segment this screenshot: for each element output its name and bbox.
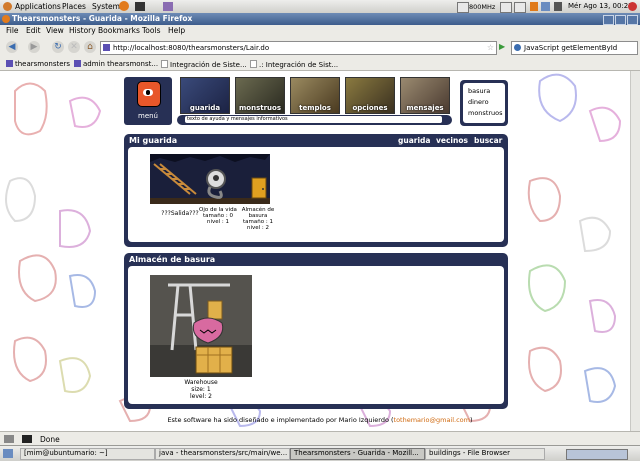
lair-panel-body: ???Salida??? Ojo de la vida tamaño : 0 n…: [128, 147, 504, 242]
help-text-box: texto de ayuda y mensajes informativos: [185, 116, 442, 123]
page-icon: [161, 60, 168, 68]
menu-file[interactable]: File: [6, 26, 19, 35]
close-button[interactable]: [627, 15, 638, 25]
help-bar: texto de ayuda y mensajes informativos: [177, 115, 452, 125]
bookmark-item[interactable]: admin thearsmonst...: [74, 60, 158, 68]
show-desktop-icon[interactable]: [3, 449, 13, 458]
applications-menu[interactable]: Applications: [15, 2, 61, 11]
lair-link-guarida[interactable]: guarida: [398, 136, 430, 145]
workspace-2-icon[interactable]: [514, 2, 526, 13]
web-content: menú guarida monstruos templos opciones …: [0, 71, 640, 431]
workspace-switcher[interactable]: [566, 449, 628, 460]
network-icon[interactable]: [541, 2, 550, 11]
taskbar: [mim@ubuntumario: ~] java - thearsmonste…: [0, 445, 640, 461]
footer-text: Este software ha sido diseñado e impleme…: [167, 416, 394, 424]
storage-panel-title: Almacén de basura: [129, 255, 216, 264]
cpu-frequency: 800MHz: [469, 3, 496, 11]
nav-templos[interactable]: templos: [290, 77, 340, 114]
url-text: http://localhost:8080/thearsmonsters/Lai…: [113, 44, 270, 52]
window-menu-icon[interactable]: [2, 15, 10, 23]
taskbar-item-firefox[interactable]: Thearsmonsters - Guarida - Mozill...: [290, 448, 425, 460]
menubar: File Edit View History Bookmarks Tools H…: [0, 25, 640, 37]
cpu-monitor-icon: [457, 2, 469, 13]
site-favicon-icon: [103, 44, 110, 51]
lair-panel-title: Mi guarida: [129, 136, 178, 145]
url-bar[interactable]: http://localhost:8080/thearsmonsters/Lai…: [100, 41, 497, 55]
workspace-1-icon[interactable]: [500, 2, 512, 13]
search-box[interactable]: JavaScript getElementById: [511, 41, 638, 55]
search-engine-icon[interactable]: [514, 44, 521, 51]
status-text: Done: [40, 435, 60, 444]
back-icon[interactable]: ◀: [6, 41, 18, 53]
clock[interactable]: Mér Ago 13, 00:22: [568, 2, 633, 10]
nav-mensajes[interactable]: mensajes: [400, 77, 450, 114]
statusbar: Done: [0, 431, 640, 446]
bookmark-favicon-icon: [6, 60, 13, 67]
help-text: texto de ayuda y mensajes informativos: [187, 116, 288, 122]
places-menu[interactable]: Places: [62, 2, 86, 11]
menu-view[interactable]: View: [46, 26, 64, 35]
storage-panel-body: Warehouse size: 1 level: 2: [128, 266, 504, 404]
storage-panel: Almacén de basura Warehouse size: 1 leve…: [124, 253, 508, 409]
menu-label: menú: [138, 112, 158, 120]
window-titlebar[interactable]: Thearsmonsters - Guarida - Mozilla Firef…: [0, 13, 640, 25]
update-icon[interactable]: [530, 2, 538, 11]
maximize-button[interactable]: [615, 15, 626, 25]
minimize-button[interactable]: [603, 15, 614, 25]
taskbar-item-terminal[interactable]: [mim@ubuntumario: ~]: [20, 448, 155, 460]
system-menu[interactable]: System: [92, 2, 120, 11]
firefox-launcher-icon[interactable]: [119, 1, 129, 11]
search-text: JavaScript getElementById: [524, 44, 618, 52]
go-icon[interactable]: ▶: [499, 42, 505, 51]
menu-help[interactable]: Help: [168, 26, 185, 35]
nav-monstruos[interactable]: monstruos: [235, 77, 285, 114]
lair-panel: Mi guarida guarida vecinos buscar ???Sal…: [124, 134, 508, 247]
navigation-toolbar: ◀ ▶ ↻ ✕ ⌂ http://localhost:8080/thearsmo…: [0, 37, 640, 60]
stop-icon[interactable]: ✕: [68, 41, 80, 53]
nav-guarida[interactable]: guarida: [180, 77, 230, 114]
power-icon[interactable]: [628, 2, 637, 11]
page-icon: [250, 60, 257, 68]
taskbar-item-java[interactable]: java - thearsmonsters/src/main/we...: [155, 448, 290, 460]
lair-link-buscar[interactable]: buscar: [474, 136, 502, 145]
warehouse-caption: Warehouse size: 1 level: 2: [184, 379, 218, 400]
bookmark-item[interactable]: thearsmonsters: [6, 60, 70, 68]
window-title: Thearsmonsters - Guarida - Mozilla Firef…: [12, 14, 193, 23]
forward-icon[interactable]: ▶: [28, 41, 40, 53]
menu-bookmarks[interactable]: Bookmarks: [98, 26, 140, 35]
bookmark-star-icon[interactable]: ☆: [487, 43, 494, 52]
menu-edit[interactable]: Edit: [26, 26, 41, 35]
status-icon-2: [22, 435, 32, 443]
footer-text-end: ): [470, 416, 473, 424]
bookmark-favicon-icon: [74, 60, 81, 67]
lair-scene[interactable]: [150, 154, 270, 204]
terminal-launcher-icon[interactable]: [135, 2, 145, 11]
resource-dinero: dinero: [468, 98, 489, 106]
volume-icon[interactable]: [554, 2, 562, 11]
warehouse-image[interactable]: [150, 275, 252, 377]
vertical-scrollbar[interactable]: [630, 71, 640, 431]
ubuntu-logo-icon[interactable]: [3, 2, 12, 11]
menu-history[interactable]: History: [69, 26, 96, 35]
bookmark-item[interactable]: Integración de Siste...: [161, 60, 247, 69]
footer: Este software ha sido diseñado e impleme…: [120, 416, 520, 424]
room-almacen-de-basura[interactable]: Almacén de basura tamaño : 1 nivel : 2: [234, 207, 282, 231]
resources-panel: basura dinero monstruos: [460, 80, 508, 126]
resource-basura: basura: [468, 87, 491, 95]
menu-button[interactable]: menú: [124, 77, 172, 125]
status-icon: [4, 435, 14, 443]
bookmarks-toolbar: thearsmonsters admin thearsmonst... Inte…: [0, 59, 640, 71]
taskbar-item-file-browser[interactable]: buildings - File Browser: [425, 448, 545, 460]
nav-opciones[interactable]: opciones: [345, 77, 395, 114]
launcher-icon[interactable]: [163, 2, 173, 11]
bookmark-item[interactable]: .: Integración de Sist...: [250, 60, 338, 69]
lair-link-vecinos[interactable]: vecinos: [436, 136, 468, 145]
menu-tools[interactable]: Tools: [142, 26, 160, 35]
footer-email-link[interactable]: tothemario@gmail.com: [394, 416, 470, 424]
reload-icon[interactable]: ↻: [52, 41, 64, 53]
resource-monstruos: monstruos: [468, 109, 503, 117]
home-icon[interactable]: ⌂: [84, 41, 96, 53]
top-panel: Applications Places System 800MHz Mér Ag…: [0, 0, 640, 14]
monster-eye-icon: [137, 81, 161, 107]
